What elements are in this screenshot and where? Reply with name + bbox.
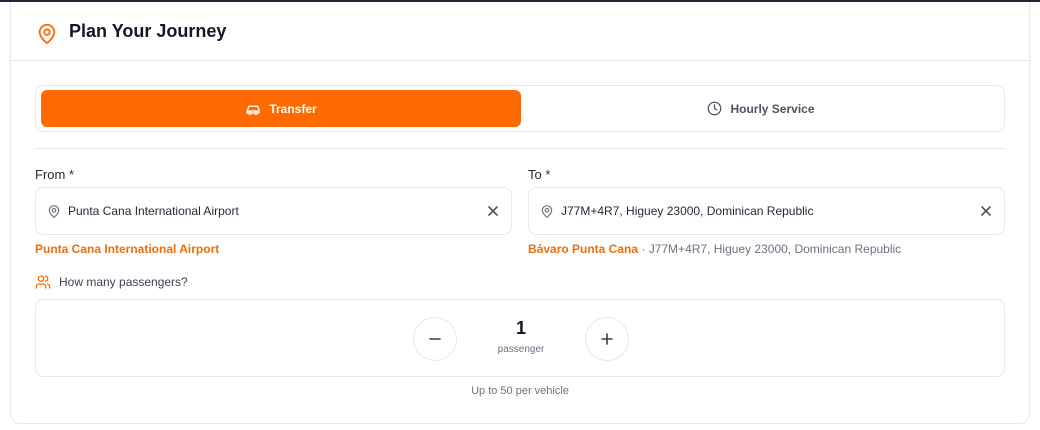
to-suggestion-name: Bávaro Punta Cana [528,242,639,256]
minus-icon [429,338,441,340]
from-suggestion-name: Punta Cana International Airport [35,242,220,256]
page-title: Plan Your Journey [69,21,227,41]
tab-hourly-service[interactable]: Hourly Service [521,90,1001,127]
increase-passengers-button[interactable] [585,317,629,361]
tab-hourly-service-label: Hourly Service [730,101,815,116]
passenger-unit: passenger [497,344,545,355]
section-divider [35,148,1005,149]
clear-to-icon[interactable] [980,205,992,217]
location-pin-icon [541,205,553,218]
passenger-stepper: 1 passenger [35,299,1005,377]
journey-card: Plan Your Journey Transfer Hourly Servic… [10,2,1030,424]
to-suggestion[interactable]: Bávaro Punta Cana · J77M+4R7, Higuey 230… [528,242,901,256]
to-label: To * [528,167,551,182]
to-suggestion-detail: · J77M+4R7, Higuey 23000, Dominican Repu… [638,242,902,256]
from-suggestion[interactable]: Punta Cana International Airport [35,242,219,256]
tab-transfer-label: Transfer [269,101,317,116]
plus-icon [601,333,613,345]
to-input[interactable]: J77M+4R7, Higuey 23000, Dominican Republ… [528,187,1005,235]
tab-transfer[interactable]: Transfer [41,90,521,127]
car-icon [246,105,260,115]
clear-from-icon[interactable] [487,205,499,217]
service-mode-toggle: Transfer Hourly Service [35,85,1005,132]
from-label: From * [35,167,74,182]
from-input-value: Punta Cana International Airport [68,204,239,218]
clock-icon [708,101,722,116]
passenger-limit-note: Up to 50 per vehicle [471,385,569,397]
users-icon [35,275,51,289]
decrease-passengers-button[interactable] [413,317,457,361]
from-input[interactable]: Punta Cana International Airport [35,187,512,235]
card-header: Plan Your Journey [11,2,1029,61]
passengers-label: How many passengers? [59,275,188,289]
to-input-value: J77M+4R7, Higuey 23000, Dominican Republ… [561,204,814,218]
location-pin-icon [38,23,56,45]
passenger-count: 1 [515,318,526,338]
location-pin-icon [48,205,60,218]
